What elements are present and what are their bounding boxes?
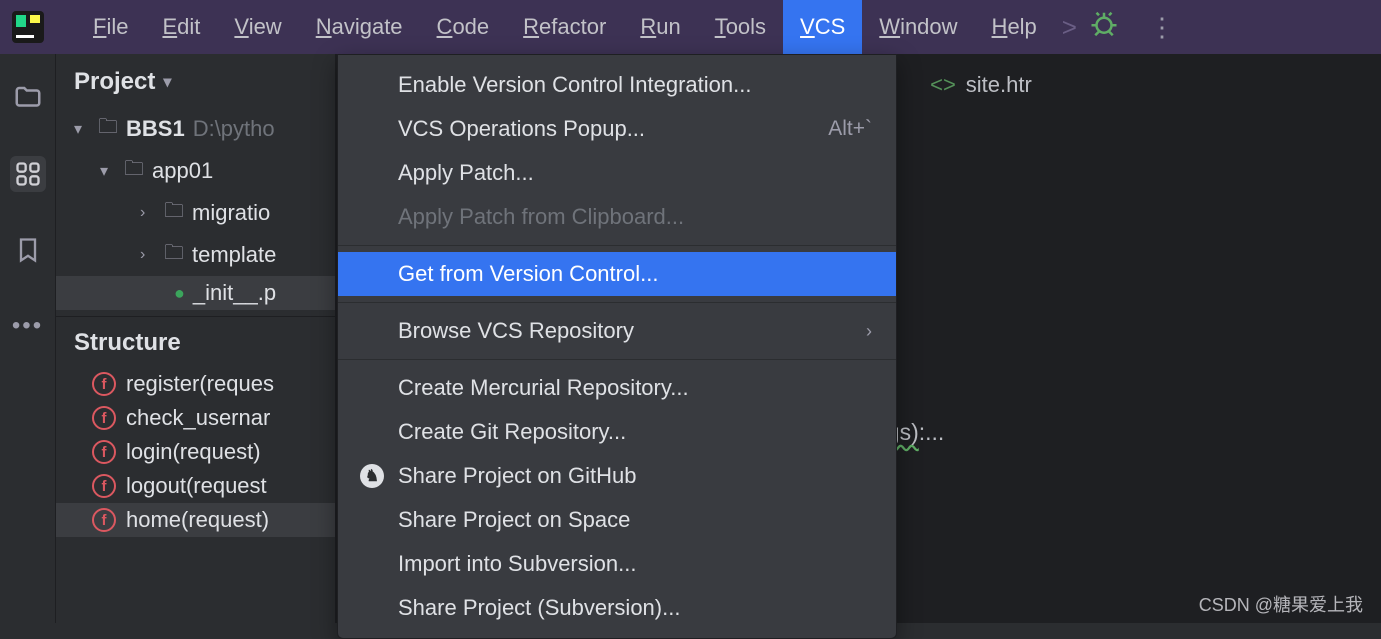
folder-dot-icon: 🗀: [164, 238, 184, 272]
dropdown-item[interactable]: Get from Version Control...: [338, 252, 896, 296]
folder-dot-icon: 🗀: [124, 154, 144, 188]
tree-item-file[interactable]: ● _init__.p: [56, 276, 335, 310]
chevron-down-icon: ▾: [74, 119, 90, 139]
menubar-separator: >: [1062, 12, 1077, 43]
rail-more-icon[interactable]: •••: [10, 308, 46, 344]
structure-item[interactable]: fhome(request): [56, 503, 335, 537]
dropdown-item: Apply Patch from Clipboard...: [338, 195, 896, 239]
dropdown-item[interactable]: Import into Subversion...: [338, 542, 896, 586]
function-badge-icon: f: [92, 406, 116, 430]
function-badge-icon: f: [92, 372, 116, 396]
structure-item[interactable]: fregister(reques: [56, 367, 335, 401]
structure-panel-header[interactable]: Structure: [56, 316, 335, 363]
function-badge-icon: f: [92, 474, 116, 498]
watermark: CSDN @糖果爱上我: [1199, 591, 1363, 617]
dropdown-item[interactable]: ♞Share Project on GitHub: [338, 454, 896, 498]
menu-code[interactable]: Code: [420, 0, 507, 54]
menu-separator: [338, 302, 896, 303]
github-icon: ♞: [360, 464, 384, 488]
app-logo: [10, 9, 46, 45]
editor-tab[interactable]: <>site.htr: [930, 72, 1032, 98]
menu-help[interactable]: Help: [975, 0, 1054, 54]
chevron-right-icon: ›: [866, 321, 872, 342]
menu-separator: [338, 245, 896, 246]
tree-item[interactable]: › 🗀 migratio: [56, 192, 335, 234]
chevron-down-icon: ▾: [100, 161, 116, 181]
menu-vcs[interactable]: VCS: [783, 0, 862, 54]
bug-icon[interactable]: [1089, 9, 1119, 45]
left-tool-rail: •••: [0, 54, 56, 623]
rail-bookmark-icon[interactable]: [10, 232, 46, 268]
chevron-right-icon: ›: [140, 246, 156, 264]
html-file-icon: <>: [930, 72, 956, 98]
function-badge-icon: f: [92, 508, 116, 532]
dropdown-item[interactable]: Apply Patch...: [338, 151, 896, 195]
menu-separator: [338, 359, 896, 360]
dropdown-item[interactable]: Share Project (Subversion)...: [338, 586, 896, 630]
more-vertical-icon[interactable]: ⋮: [1149, 12, 1177, 43]
dropdown-item[interactable]: VCS Operations Popup...Alt+`: [338, 107, 896, 151]
main-menubar: FileEditViewNavigateCodeRefactorRunTools…: [0, 0, 1381, 54]
structure-item[interactable]: flogin(request): [56, 435, 335, 469]
structure-item[interactable]: fcheck_usernar: [56, 401, 335, 435]
folder-icon: 🗀: [98, 112, 118, 146]
menu-file[interactable]: File: [76, 0, 145, 54]
side-panel: Project ▾ ▾ 🗀 BBS1 D:\pytho ▾ 🗀 app01 › …: [56, 54, 336, 623]
menu-navigate[interactable]: Navigate: [299, 0, 420, 54]
chevron-right-icon: ›: [140, 204, 156, 222]
menu-refactor[interactable]: Refactor: [506, 0, 623, 54]
shortcut-label: Alt+`: [828, 117, 872, 141]
project-title: Project: [74, 68, 155, 96]
rail-project-icon[interactable]: [10, 80, 46, 116]
menu-window[interactable]: Window: [862, 0, 974, 54]
tree-root[interactable]: ▾ 🗀 BBS1 D:\pytho: [56, 108, 335, 150]
structure-item[interactable]: flogout(request: [56, 469, 335, 503]
dropdown-item[interactable]: Browse VCS Repository›: [338, 309, 896, 353]
vcs-dropdown-menu: Enable Version Control Integration...VCS…: [337, 54, 897, 639]
toolbar-right: ⋮: [1089, 9, 1177, 45]
folder-dot-icon: 🗀: [164, 196, 184, 230]
tree-item-app[interactable]: ▾ 🗀 app01: [56, 150, 335, 192]
structure-list: fregister(requesfcheck_usernarflogin(req…: [56, 363, 335, 541]
menu-tools[interactable]: Tools: [698, 0, 783, 54]
project-panel-header[interactable]: Project ▾: [56, 54, 335, 96]
dropdown-item[interactable]: Enable Version Control Integration...: [338, 63, 896, 107]
dropdown-item[interactable]: Create Mercurial Repository...: [338, 366, 896, 410]
rail-structure-icon[interactable]: [10, 156, 46, 192]
tree-item[interactable]: › 🗀 template: [56, 234, 335, 276]
menu-view[interactable]: View: [217, 0, 298, 54]
python-file-icon: ●: [174, 283, 185, 304]
dropdown-item[interactable]: Share Project on Space: [338, 498, 896, 542]
dropdown-item[interactable]: Create Git Repository...: [338, 410, 896, 454]
menu-edit[interactable]: Edit: [145, 0, 217, 54]
chevron-down-icon: ▾: [163, 72, 171, 92]
function-badge-icon: f: [92, 440, 116, 464]
project-tree: ▾ 🗀 BBS1 D:\pytho ▾ 🗀 app01 › 🗀 migratio…: [56, 96, 335, 310]
menu-run[interactable]: Run: [623, 0, 697, 54]
